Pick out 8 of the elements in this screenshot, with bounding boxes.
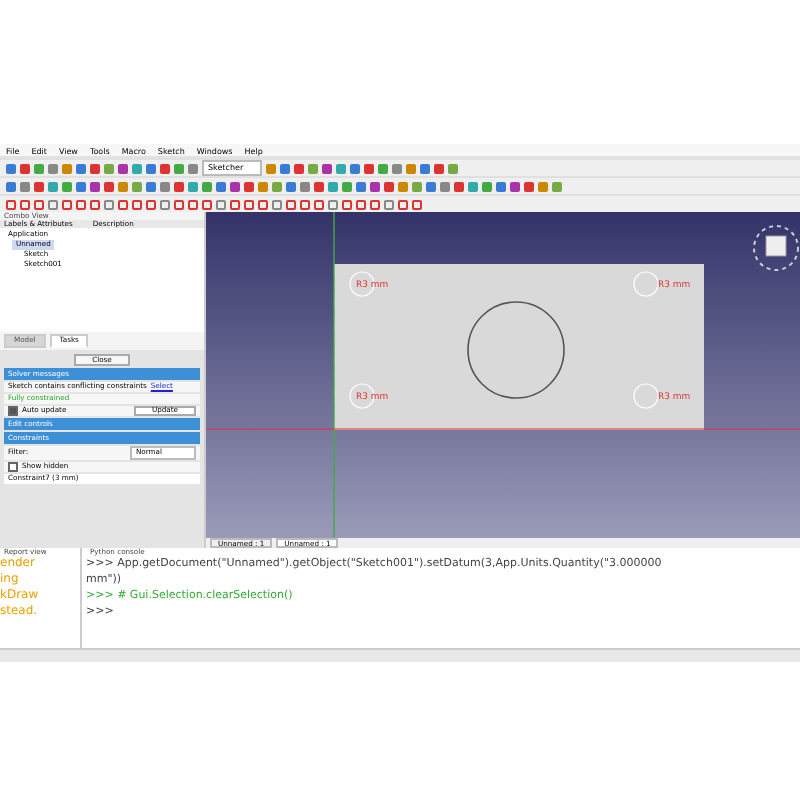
corner-arc: [349, 383, 375, 409]
corner-arc: [633, 271, 659, 297]
corner-arc: [349, 271, 375, 297]
checkbox[interactable]: [8, 406, 18, 416]
corner-arc: [633, 383, 659, 409]
checkbox[interactable]: [8, 462, 18, 472]
circle-sketch: [467, 301, 565, 399]
navigation-cube[interactable]: [753, 225, 799, 271]
